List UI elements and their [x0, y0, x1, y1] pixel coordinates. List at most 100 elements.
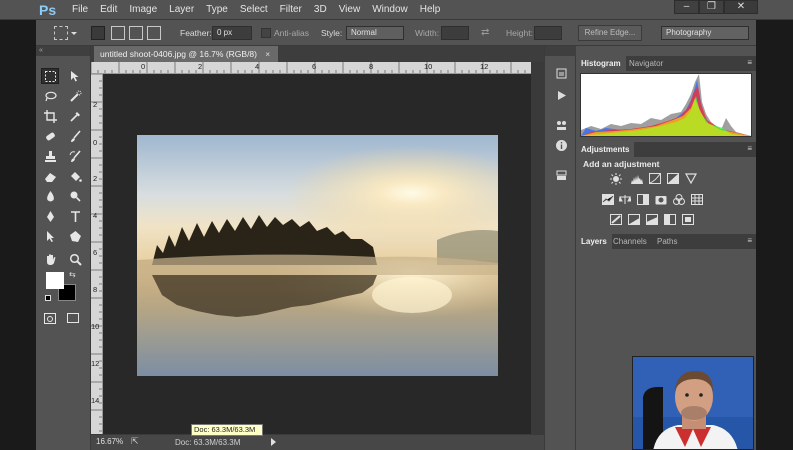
info-panel-icon[interactable] — [553, 138, 569, 152]
close-button[interactable]: ✕ — [724, 0, 758, 14]
curves-icon[interactable] — [648, 173, 661, 184]
anti-alias-checkbox[interactable] — [261, 28, 271, 38]
eyedropper-icon[interactable] — [66, 108, 84, 124]
adjustments-panel-tabs: Adjustments ≡ — [576, 142, 756, 157]
default-colors-icon[interactable] — [45, 295, 51, 301]
stamp-icon[interactable] — [41, 148, 59, 164]
status-menu-arrow-icon[interactable] — [271, 438, 276, 446]
menu-filter[interactable]: Filter — [274, 0, 308, 20]
invert-icon[interactable] — [609, 214, 622, 225]
marquee-preset-icon[interactable] — [54, 26, 68, 40]
close-tab-icon[interactable]: × — [265, 50, 270, 59]
feather-input[interactable]: 0 px — [212, 26, 252, 40]
color-lookup-icon[interactable] — [690, 194, 703, 205]
color-balance-icon[interactable] — [618, 194, 631, 205]
document-tab[interactable]: untitled shoot-0406.jpg @ 16.7% (RGB/8) … — [94, 46, 279, 62]
blur-icon[interactable] — [41, 188, 59, 204]
shape-icon[interactable] — [66, 228, 84, 244]
vibrance-icon[interactable] — [684, 173, 697, 184]
style-select[interactable]: Normal — [346, 26, 404, 40]
crop-icon[interactable] — [41, 108, 59, 124]
tab-layers[interactable]: Layers — [576, 234, 612, 249]
quick-mask-icon[interactable] — [44, 313, 56, 324]
tab-histogram[interactable]: Histogram — [576, 56, 626, 71]
history-panel-icon[interactable] — [553, 66, 569, 80]
menu-layer[interactable]: Layer — [163, 0, 200, 20]
gradient-map-icon[interactable] — [663, 214, 676, 225]
channel-mixer-icon[interactable] — [672, 194, 685, 205]
swap-colors-icon[interactable]: ⇆ — [69, 270, 76, 279]
feather-label: Feather: — [180, 28, 212, 38]
zoom-icon[interactable] — [66, 251, 84, 267]
quick-select-icon[interactable] — [66, 88, 84, 104]
menu-image[interactable]: Image — [123, 0, 163, 20]
brightness-contrast-icon[interactable] — [609, 172, 622, 185]
add-selection-icon[interactable] — [111, 26, 125, 40]
levels-icon[interactable] — [630, 173, 643, 184]
swap-icon[interactable]: ⇄ — [481, 20, 489, 46]
chevron-down-icon[interactable] — [71, 32, 77, 35]
marquee-icon[interactable] — [41, 68, 59, 84]
restore-button[interactable]: ❐ — [699, 0, 724, 14]
photo-filter-icon[interactable] — [654, 194, 667, 205]
brush-panel-icon[interactable] — [553, 118, 569, 132]
threshold-icon[interactable] — [645, 214, 658, 225]
pen-icon[interactable] — [41, 208, 59, 224]
posterize-icon[interactable] — [627, 214, 640, 225]
tab-paths[interactable]: Paths — [652, 234, 682, 249]
tab-navigator[interactable]: Navigator — [624, 56, 668, 71]
ruler-label: 4 — [255, 62, 260, 71]
panel-menu-icon[interactable]: ≡ — [747, 58, 752, 67]
history-brush-icon[interactable] — [66, 148, 84, 164]
menu-window[interactable]: Window — [366, 0, 414, 20]
menu-3d[interactable]: 3D — [308, 0, 333, 20]
vertical-scrollbar[interactable] — [531, 62, 544, 434]
actions-panel-icon[interactable] — [553, 88, 569, 102]
move-icon[interactable] — [66, 68, 84, 84]
export-icon[interactable]: ⇱ — [131, 436, 139, 447]
new-selection-icon[interactable] — [91, 26, 105, 40]
webcam-overlay — [632, 356, 754, 450]
ruler-label: 8 — [369, 62, 374, 71]
menu-type[interactable]: Type — [200, 0, 234, 20]
intersect-selection-icon[interactable] — [147, 26, 161, 40]
tab-adjustments[interactable]: Adjustments — [576, 142, 635, 157]
refine-edge-button[interactable]: Refine Edge... — [578, 25, 642, 41]
menu-edit[interactable]: Edit — [94, 0, 123, 20]
doc-size-tooltip: Doc: 63.3M/63.3M — [191, 424, 263, 436]
adjustments-title: Add an adjustment — [583, 159, 660, 169]
screen-mode-icon[interactable] — [67, 313, 79, 323]
brush-icon[interactable] — [66, 128, 84, 144]
subtract-selection-icon[interactable] — [129, 26, 143, 40]
height-label: Height: — [506, 28, 533, 38]
paint-bucket-icon[interactable] — [66, 168, 84, 184]
width-input[interactable] — [441, 26, 469, 40]
ruler-label: 12 — [91, 359, 100, 368]
zoom-level[interactable]: 16.67% — [96, 437, 123, 446]
minimize-button[interactable]: – — [674, 0, 699, 14]
menu-file[interactable]: File — [72, 0, 94, 20]
dodge-icon[interactable] — [66, 188, 84, 204]
height-input[interactable] — [534, 26, 562, 40]
type-icon[interactable] — [66, 208, 84, 224]
panel-menu-icon[interactable]: ≡ — [747, 144, 752, 153]
hue-saturation-icon[interactable] — [601, 194, 614, 205]
document-photo[interactable] — [137, 135, 498, 376]
eraser-icon[interactable] — [41, 168, 59, 184]
path-select-icon[interactable] — [41, 228, 59, 244]
ruler-label: 10 — [424, 62, 433, 71]
healing-icon[interactable] — [41, 128, 59, 144]
menu-view[interactable]: View — [333, 0, 367, 20]
panel-menu-icon[interactable]: ≡ — [747, 236, 752, 245]
tab-channels[interactable]: Channels — [608, 234, 652, 249]
hand-icon[interactable] — [41, 251, 59, 267]
workspace-select[interactable]: Photography — [661, 26, 749, 40]
black-white-icon[interactable] — [636, 194, 649, 205]
tools-collapse[interactable]: « — [36, 46, 90, 56]
exposure-icon[interactable] — [666, 173, 679, 184]
layer-comps-icon[interactable] — [553, 168, 569, 182]
menu-help[interactable]: Help — [414, 0, 447, 20]
menu-select[interactable]: Select — [234, 0, 274, 20]
selective-color-icon[interactable] — [681, 214, 694, 225]
lasso-icon[interactable] — [41, 88, 59, 104]
